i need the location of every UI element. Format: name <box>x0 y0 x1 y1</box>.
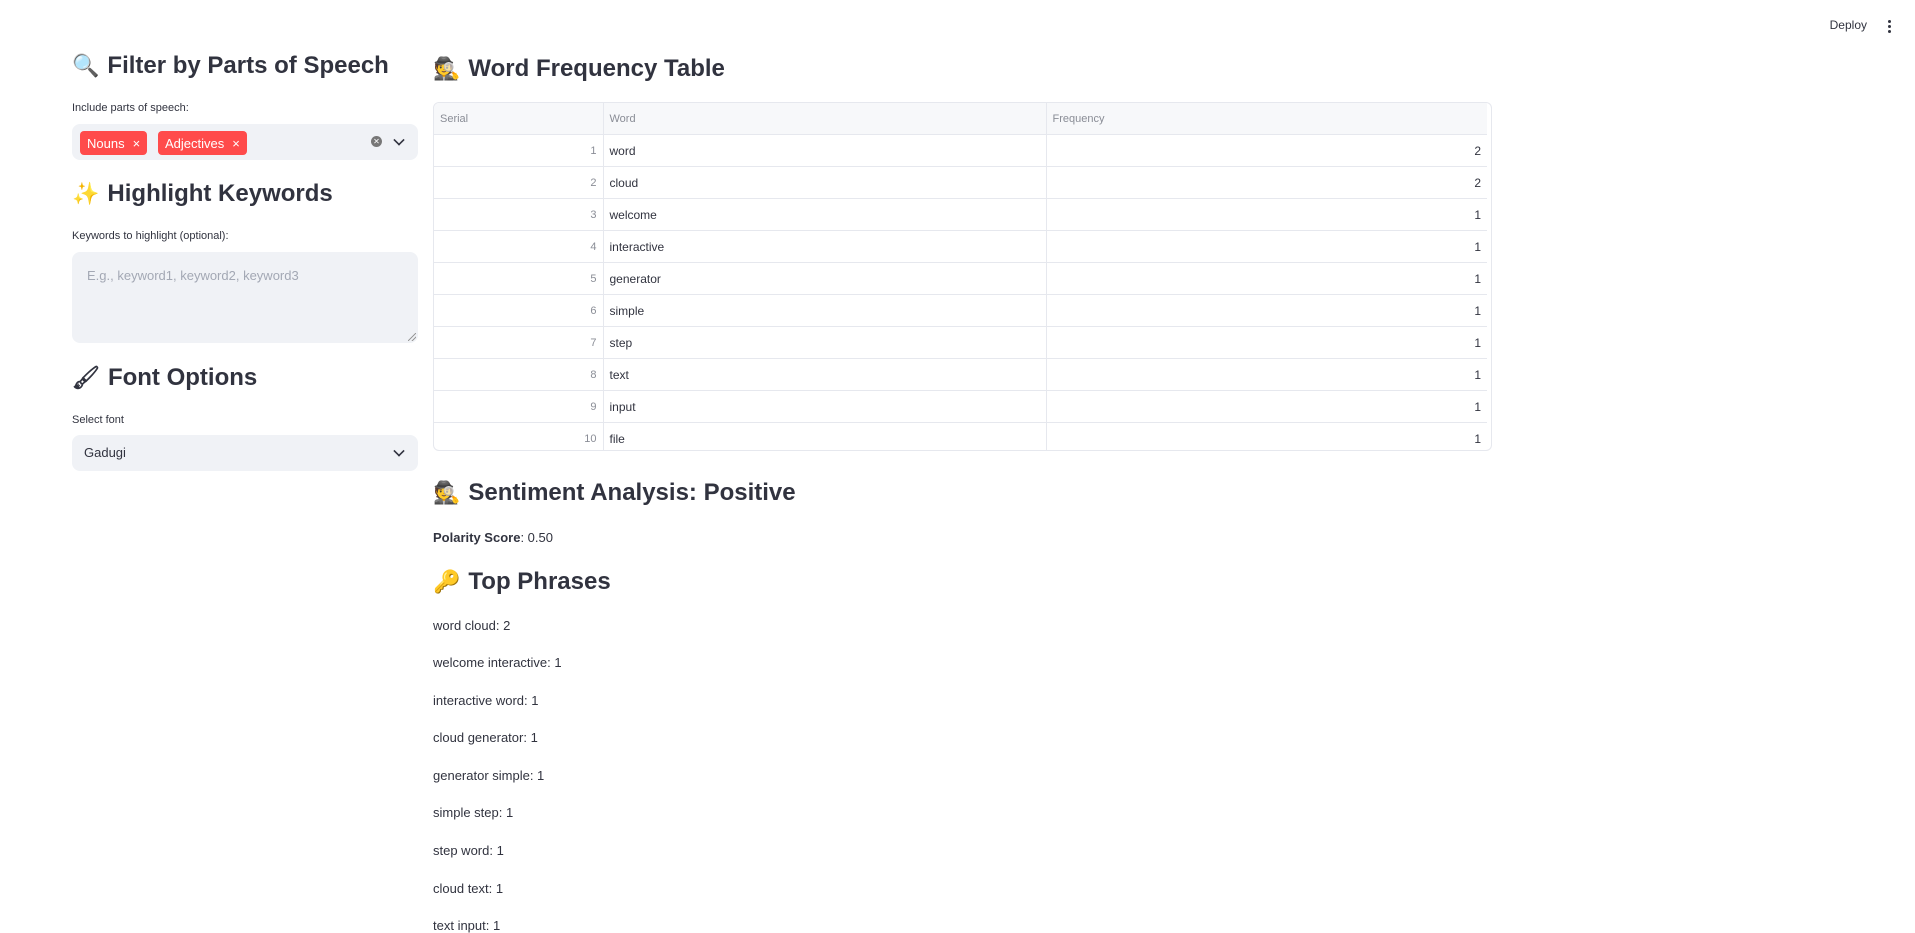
resize-handle[interactable] <box>408 333 416 341</box>
tag-label: Nouns <box>87 135 125 151</box>
table-row[interactable]: 6 simple 1 <box>434 294 1487 327</box>
tag-adjectives[interactable]: Adjectives × <box>158 131 247 155</box>
keywords-label: Keywords to highlight (optional): <box>72 230 229 242</box>
serial-cell[interactable]: 10 <box>434 422 604 450</box>
polarity-score: Polarity Score: 0.50 <box>433 530 553 545</box>
font-select-value: Gadugi <box>84 445 126 460</box>
keywords-textarea[interactable]: E.g., keyword1, keyword2, keyword3 <box>72 252 418 343</box>
serial-cell[interactable]: 8 <box>434 358 604 391</box>
highlight-heading: ✨ Highlight Keywords <box>72 180 333 208</box>
word-cell[interactable]: generator <box>603 262 1047 295</box>
top-phrases-heading: 🔑 Top Phrases <box>433 568 611 596</box>
frequency-cell[interactable]: 1 <box>1046 423 1487 451</box>
polarity-value: : 0.50 <box>520 530 553 545</box>
frequency-cell[interactable]: 2 <box>1046 134 1487 167</box>
top-phrases-title: Top Phrases <box>468 568 611 595</box>
detective-icon: 🕵 <box>433 480 461 505</box>
serial-cell[interactable]: 7 <box>434 326 604 359</box>
column-header-word[interactable]: Word <box>603 103 1047 135</box>
table-row[interactable]: 10 file 1 <box>434 422 1487 451</box>
phrase-item: interactive word: 1 <box>433 693 539 708</box>
phrase-item: word cloud: 2 <box>433 618 511 633</box>
paintbrush-icon: 🖌 <box>72 365 100 390</box>
frequency-cell[interactable]: 1 <box>1046 262 1487 295</box>
table-row[interactable]: 7 step 1 <box>434 326 1487 359</box>
word-cell[interactable]: word <box>603 134 1047 167</box>
word-cell[interactable]: simple <box>603 294 1047 327</box>
word-cell[interactable]: step <box>603 326 1047 359</box>
key-icon: 🔑 <box>433 569 461 594</box>
serial-cell[interactable]: 6 <box>434 294 604 327</box>
deploy-button[interactable]: Deploy <box>1830 18 1867 32</box>
frequency-cell[interactable]: 1 <box>1046 326 1487 359</box>
word-frequency-table[interactable]: Serial Word Frequency 1 word 2 2 cloud 2 3 welc… <box>433 102 1492 451</box>
pos-multiselect[interactable]: Nouns × Adjectives × ✕ <box>72 124 418 160</box>
word-frequency-title: Word Frequency Table <box>468 55 725 82</box>
word-cell[interactable]: welcome <box>603 198 1047 231</box>
keywords-placeholder: E.g., keyword1, keyword2, keyword3 <box>87 268 299 283</box>
tag-label: Adjectives <box>165 135 225 151</box>
phrase-item: welcome interactive: 1 <box>433 655 562 670</box>
magnifier-icon: 🔍 <box>72 53 100 78</box>
polarity-label: Polarity Score <box>433 530 521 545</box>
highlight-title: Highlight Keywords <box>107 180 333 207</box>
serial-cell[interactable]: 3 <box>434 198 604 231</box>
tag-nouns[interactable]: Nouns × <box>80 131 148 155</box>
word-cell[interactable]: cloud <box>603 166 1047 199</box>
detective-icon: 🕵 <box>433 56 461 81</box>
word-cell[interactable]: file <box>603 422 1047 450</box>
remove-tag-icon[interactable]: × <box>232 137 240 150</box>
sentiment-title: Sentiment Analysis: Positive <box>468 479 796 506</box>
frequency-cell[interactable]: 1 <box>1046 230 1487 263</box>
chevron-down-icon[interactable] <box>393 134 405 146</box>
phrase-item: cloud text: 1 <box>433 881 504 896</box>
serial-cell[interactable]: 9 <box>434 390 604 423</box>
remove-tag-icon[interactable]: × <box>133 137 141 150</box>
frequency-cell[interactable]: 1 <box>1046 358 1487 391</box>
chevron-down-icon[interactable] <box>393 445 405 457</box>
pos-filter-title: Filter by Parts of Speech <box>107 52 389 79</box>
word-cell[interactable]: interactive <box>603 230 1047 263</box>
table-row[interactable]: 8 text 1 <box>434 358 1487 391</box>
frequency-cell[interactable]: 1 <box>1046 294 1487 327</box>
phrase-item: simple step: 1 <box>433 805 514 820</box>
table-row[interactable]: 3 welcome 1 <box>434 198 1487 231</box>
clear-all-icon[interactable]: ✕ <box>371 136 382 147</box>
serial-cell[interactable]: 1 <box>434 134 604 167</box>
frequency-cell[interactable]: 1 <box>1046 198 1487 231</box>
frequency-cell[interactable]: 1 <box>1046 390 1487 423</box>
sentiment-heading: 🕵 Sentiment Analysis: Positive <box>433 479 796 507</box>
pos-filter-label: Include parts of speech: <box>72 102 189 114</box>
serial-cell[interactable]: 2 <box>434 166 604 199</box>
font-options-heading: 🖌 Font Options <box>72 364 257 392</box>
top-bar: Deploy <box>0 0 1915 52</box>
table-row[interactable]: 1 word 2 <box>434 134 1487 167</box>
column-header-serial[interactable]: Serial <box>434 103 604 135</box>
table-row[interactable]: 5 generator 1 <box>434 262 1487 295</box>
font-select[interactable]: Gadugi <box>72 435 418 471</box>
phrase-item: cloud generator: 1 <box>433 730 538 745</box>
word-cell[interactable]: text <box>603 358 1047 391</box>
table-row[interactable]: 2 cloud 2 <box>434 166 1487 199</box>
phrase-item: generator simple: 1 <box>433 768 545 783</box>
table-row[interactable]: 4 interactive 1 <box>434 230 1487 263</box>
table-row[interactable]: 9 input 1 <box>434 390 1487 423</box>
table-header-row: Serial Word Frequency <box>434 103 1487 135</box>
serial-cell[interactable]: 4 <box>434 230 604 263</box>
word-cell[interactable]: input <box>603 390 1047 423</box>
word-frequency-heading: 🕵 Word Frequency Table <box>433 55 725 83</box>
main-menu-icon[interactable] <box>1888 20 1892 35</box>
phrase-item: step word: 1 <box>433 843 504 858</box>
frequency-cell[interactable]: 2 <box>1046 166 1487 199</box>
font-options-title: Font Options <box>107 364 258 391</box>
sparkles-icon: ✨ <box>72 181 100 206</box>
select-font-label: Select font <box>72 414 124 426</box>
column-header-frequency[interactable]: Frequency <box>1046 103 1487 135</box>
serial-cell[interactable]: 5 <box>434 262 604 295</box>
pos-filter-heading: 🔍 Filter by Parts of Speech <box>72 52 389 80</box>
